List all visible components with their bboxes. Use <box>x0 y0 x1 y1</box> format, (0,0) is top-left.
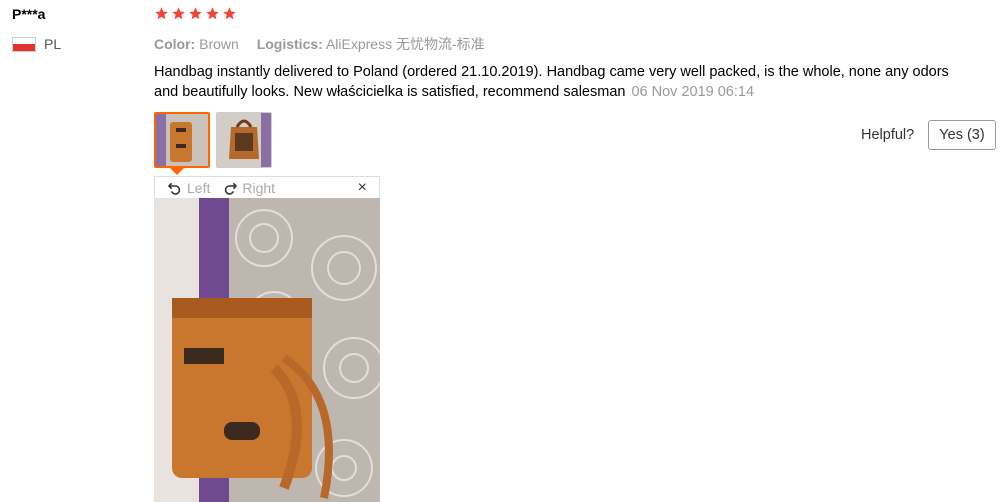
star-icon <box>155 7 168 20</box>
poland-flag-icon <box>12 36 36 52</box>
active-thumbnail-indicator <box>170 168 184 175</box>
color-value: Brown <box>199 36 239 52</box>
photo-thumbnails <box>154 112 272 168</box>
rotate-right-label: Right <box>242 179 276 196</box>
rotate-left-button[interactable]: Left <box>167 180 210 196</box>
handbag-photo-thumbnail-image <box>156 114 208 166</box>
color-label: Color: <box>154 36 196 52</box>
handbag-photo-thumbnail-image <box>217 113 271 167</box>
rotate-right-icon <box>225 182 238 195</box>
reviewer-country: PL <box>12 36 61 52</box>
review-body: Handbag instantly delivered to Poland (o… <box>154 62 974 102</box>
rotate-left-icon <box>167 182 181 195</box>
reviewer-name: P***a <box>12 6 46 22</box>
image-viewer-toolbar: Left Right × <box>154 176 380 198</box>
enlarged-review-photo <box>154 198 380 502</box>
star-icon <box>223 7 236 20</box>
handbag-photo-image <box>154 198 380 502</box>
star-icon <box>172 7 185 20</box>
logistics-value: AliExpress 无忧物流-标准 <box>325 36 485 52</box>
country-code: PL <box>44 36 62 52</box>
photo-thumbnail[interactable] <box>216 112 272 168</box>
rotate-right-button[interactable]: Right <box>222 180 275 196</box>
review-date: 06 Nov 2019 06:14 <box>631 84 755 100</box>
photo-thumbnail[interactable] <box>154 112 210 168</box>
close-viewer-icon[interactable]: × <box>358 179 367 197</box>
helpful-yes-button[interactable]: Yes (3) <box>928 120 996 150</box>
review-text: Handbag instantly delivered to Poland (o… <box>154 64 949 100</box>
star-icon <box>189 7 202 20</box>
helpful-label: Helpful? <box>861 127 915 143</box>
rotate-left-label: Left <box>187 179 211 196</box>
order-meta: Color: Brown Logistics: AliExpress 无忧物流-… <box>154 34 499 54</box>
logistics-label: Logistics: <box>256 36 323 52</box>
star-rating <box>154 6 237 21</box>
star-icon <box>206 7 219 20</box>
